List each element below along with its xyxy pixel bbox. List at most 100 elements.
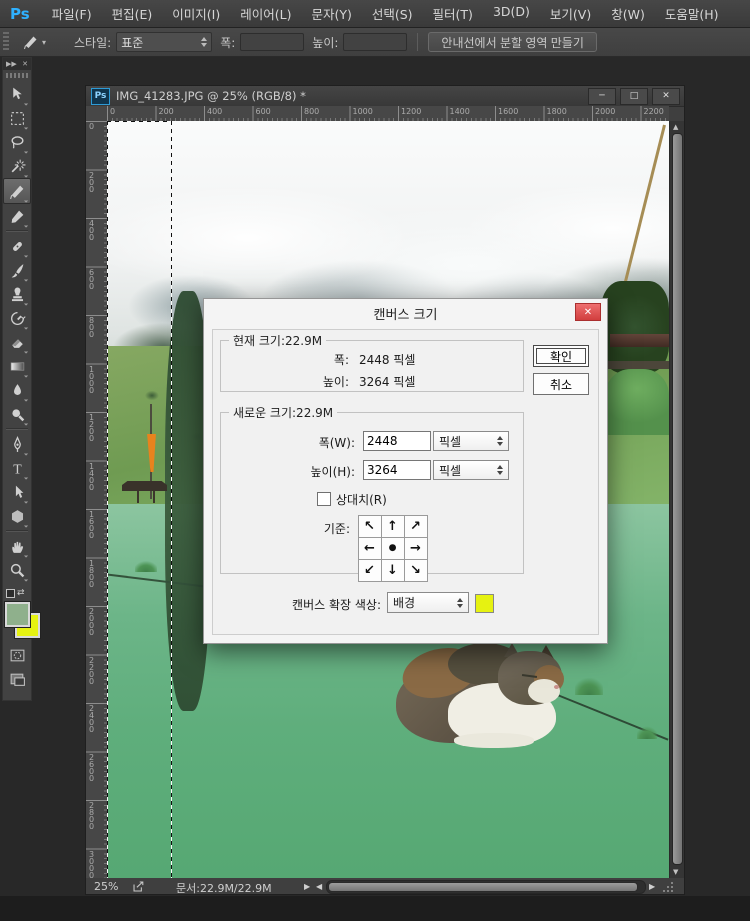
resize-grip-icon[interactable]	[662, 881, 674, 893]
anchor-cell-6[interactable]: ↙	[358, 559, 382, 582]
status-flyout-icon[interactable]: ▶	[304, 882, 310, 891]
type-tool[interactable]: T	[4, 456, 30, 480]
hruler-label: 1600	[496, 107, 518, 116]
hruler-label: 1200	[399, 107, 421, 116]
anchor-cell-7[interactable]: ↓	[381, 559, 405, 582]
vertical-scroll-thumb[interactable]	[672, 133, 683, 865]
tools-panel-header[interactable]: ▶▶ ✕	[3, 58, 31, 70]
slice-height-input[interactable]	[343, 33, 407, 51]
pen-tool[interactable]	[4, 432, 30, 456]
menu-item-4[interactable]: 문자(Y)	[301, 4, 361, 23]
anchor-cell-4[interactable]: ●	[381, 537, 405, 560]
gradient-tool[interactable]	[4, 354, 30, 378]
spot-healing-brush-tool[interactable]	[4, 234, 30, 258]
quick-mask-button[interactable]	[4, 644, 30, 666]
photo-grass-mound	[605, 369, 669, 435]
new-width-input[interactable]	[363, 431, 431, 451]
collapse-panel-icon[interactable]: ▶▶	[6, 60, 17, 68]
ok-button[interactable]: 확인	[533, 345, 589, 367]
foreground-swatch[interactable]	[5, 602, 30, 627]
menu-item-3[interactable]: 레이어(L)	[230, 4, 301, 23]
cat-nose	[554, 685, 559, 689]
screen-mode-button[interactable]	[4, 668, 30, 690]
selection-marquee-top	[107, 121, 172, 122]
menu-item-8[interactable]: 보기(V)	[540, 4, 601, 23]
scroll-up-icon[interactable]: ▲	[673, 123, 678, 131]
minimize-button[interactable]: ─	[588, 88, 616, 105]
close-button[interactable]: ✕	[652, 88, 680, 105]
anchor-cell-2[interactable]: ↗	[404, 515, 428, 538]
default-swap-colors[interactable]: ⇄	[3, 582, 31, 600]
magic-wand-tool[interactable]	[4, 154, 30, 178]
vertical-ruler[interactable]: 0200400600800100012001400160018002000220…	[86, 121, 108, 878]
scroll-left-icon[interactable]: ◀	[316, 882, 322, 891]
clone-stamp-tool[interactable]	[4, 282, 30, 306]
vruler-label: 1000	[89, 366, 95, 394]
zoom-tool[interactable]	[4, 558, 30, 582]
anchor-cell-1[interactable]: ↑	[381, 515, 405, 538]
menu-item-0[interactable]: 파일(F)	[42, 4, 102, 23]
new-width-unit-dropdown[interactable]: 픽셀	[433, 431, 509, 451]
menu-item-7[interactable]: 3D(D)	[483, 4, 540, 23]
canvas-extension-dropdown[interactable]: 배경	[387, 592, 469, 613]
flyout-triangle-icon	[22, 371, 28, 377]
lasso-tool[interactable]	[4, 130, 30, 154]
vruler-label: 800	[89, 317, 95, 338]
vertical-scrollbar[interactable]: ▲ ▼	[669, 121, 684, 878]
hand-tool[interactable]	[4, 534, 30, 558]
blur-tool[interactable]	[4, 378, 30, 402]
eraser-tool[interactable]	[4, 330, 30, 354]
rectangular-marquee-tool[interactable]	[4, 106, 30, 130]
photo-fence	[604, 361, 669, 369]
menu-item-10[interactable]: 도움말(H)	[655, 4, 729, 23]
menu-item-9[interactable]: 창(W)	[601, 4, 655, 23]
dialog-close-button[interactable]: ✕	[575, 303, 601, 321]
relative-checkbox[interactable]	[317, 492, 331, 506]
slice-tool[interactable]	[3, 178, 31, 204]
menu-item-1[interactable]: 편집(E)	[102, 4, 163, 23]
brush-tool[interactable]	[4, 258, 30, 282]
menu-item-2[interactable]: 이미지(I)	[162, 4, 230, 23]
hruler-label: 1000	[351, 107, 373, 116]
vruler-label: 3000	[89, 851, 95, 879]
selection-marquee-right	[171, 121, 172, 878]
dialog-titlebar[interactable]: 캔버스 크기 ✕	[204, 299, 607, 327]
anchor-cell-8[interactable]: ↘	[404, 559, 428, 582]
shape-tool[interactable]	[4, 504, 30, 528]
scroll-right-icon[interactable]: ▶	[649, 882, 655, 891]
move-tool[interactable]	[4, 82, 30, 106]
canvas-extension-color-swatch[interactable]	[475, 594, 494, 613]
menu-item-6[interactable]: 필터(T)	[423, 4, 483, 23]
anchor-cell-0[interactable]: ↖	[358, 515, 382, 538]
close-panel-icon[interactable]: ✕	[22, 60, 28, 68]
cancel-button[interactable]: 취소	[533, 373, 589, 395]
new-height-input[interactable]	[363, 460, 431, 480]
style-dropdown[interactable]: 표준	[116, 32, 212, 52]
scroll-down-icon[interactable]: ▼	[673, 868, 678, 876]
flyout-triangle-icon	[22, 196, 28, 202]
horizontal-scrollbar[interactable]	[326, 880, 646, 894]
horizontal-scroll-thumb[interactable]	[328, 882, 638, 892]
new-height-unit-dropdown[interactable]: 픽셀	[433, 460, 509, 480]
dodge-tool[interactable]	[4, 402, 30, 426]
maximize-button[interactable]: □	[620, 88, 648, 105]
canvas-extension-value: 배경	[393, 594, 415, 611]
eyedropper-tool[interactable]	[4, 204, 30, 228]
slices-from-guides-button[interactable]: 안내선에서 분할 영역 만들기	[428, 32, 596, 52]
history-brush-tool[interactable]	[4, 306, 30, 330]
document-titlebar[interactable]: Ps IMG_41283.JPG @ 25% (RGB/8) * ─□✕	[86, 86, 684, 107]
slice-tool-preview[interactable]: ▾	[17, 32, 52, 52]
horizontal-ruler[interactable]: 0200400600800100012001400160018002000220…	[107, 106, 669, 122]
zoom-level[interactable]: 25%	[94, 880, 118, 893]
flyout-triangle-icon	[22, 251, 28, 257]
anchor-cell-5[interactable]: →	[404, 537, 428, 560]
path-selection-tool[interactable]	[4, 480, 30, 504]
anchor-cell-3[interactable]: ←	[358, 537, 382, 560]
slice-width-input[interactable]	[240, 33, 304, 51]
status-bar: 25% 문서:22.9M/22.9M ▶ ◀ ▶	[86, 879, 684, 894]
panel-grip[interactable]	[6, 73, 28, 78]
export-icon[interactable]	[132, 880, 145, 893]
menu-item-5[interactable]: 선택(S)	[362, 4, 423, 23]
new-height-label: 높이(H):	[221, 463, 355, 480]
options-bar-grip[interactable]	[3, 32, 9, 52]
